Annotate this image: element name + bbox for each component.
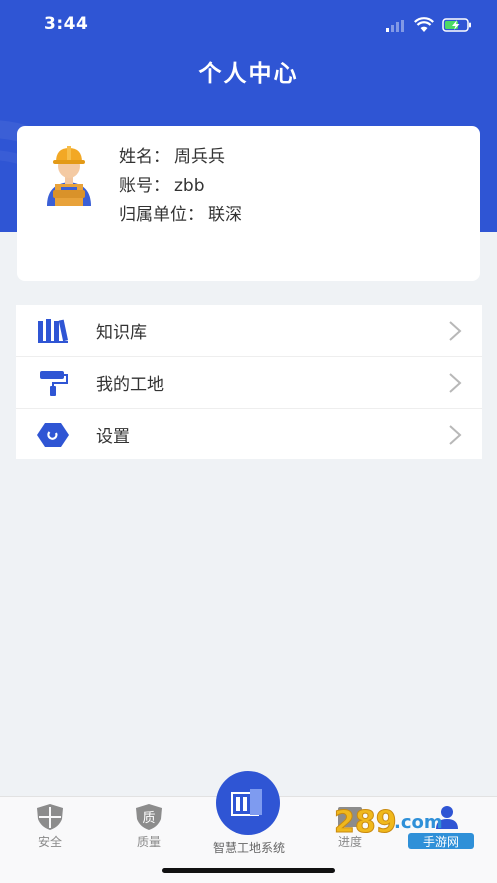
shield-icon (37, 804, 63, 830)
unit-value: 联深 (208, 205, 242, 225)
site-watermark: 289 .com 手游网 (334, 805, 474, 849)
unit-row: 归属单位： 联深 (119, 201, 242, 230)
tab-quality[interactable]: 质 质量 (109, 797, 189, 857)
building-icon (231, 789, 262, 816)
unit-label: 归属单位： (119, 205, 204, 225)
menu-item-settings[interactable]: 设置 (16, 409, 482, 459)
worker-avatar (47, 146, 91, 206)
battery-charging-icon (442, 18, 471, 32)
menu-item-my-site[interactable]: 我的工地 (16, 357, 482, 409)
menu-item-label: 我的工地 (96, 375, 164, 395)
settings-menu: 知识库 我的工地 设置 (16, 305, 482, 459)
watermark-domain: .com (394, 812, 443, 833)
tab-label: 安全 (37, 835, 62, 849)
cellular-signal-icon (386, 20, 404, 32)
wifi-icon (414, 17, 434, 32)
menu-item-knowledge-base[interactable]: 知识库 (16, 305, 482, 357)
paint-roller-icon (40, 371, 68, 396)
tab-smart-site-system[interactable]: 智慧工地系统 (200, 771, 298, 861)
status-time: 3:44 (44, 14, 89, 34)
chevron-right-icon (449, 321, 462, 341)
settings-icon (37, 423, 69, 447)
watermark-number: 289 (334, 805, 397, 840)
account-value: zbb (174, 176, 205, 196)
chevron-right-icon (449, 373, 462, 393)
tab-label: 质量 (136, 835, 161, 849)
center-action-button[interactable] (216, 771, 280, 835)
name-row: 姓名： 周兵兵 (119, 143, 242, 172)
name-value: 周兵兵 (174, 147, 225, 167)
page-title: 个人中心 (198, 61, 299, 87)
menu-item-label: 知识库 (96, 323, 147, 343)
svg-text:质: 质 (142, 811, 155, 826)
account-label: 账号： (119, 176, 170, 196)
name-label: 姓名： (119, 147, 170, 167)
account-row: 账号： zbb (119, 172, 242, 201)
chevron-right-icon (449, 425, 462, 445)
profile-card: 姓名： 周兵兵 账号： zbb 归属单位： 联深 (17, 126, 480, 281)
watermark-caption: 手游网 (423, 835, 459, 849)
home-indicator[interactable] (162, 868, 335, 873)
quality-icon: 质 (136, 804, 162, 830)
tab-safety[interactable]: 安全 (10, 797, 90, 857)
tab-label: 智慧工地系统 (212, 841, 285, 855)
books-icon (38, 319, 69, 343)
menu-item-label: 设置 (96, 427, 130, 447)
status-bar: 3:44 (0, 0, 497, 50)
